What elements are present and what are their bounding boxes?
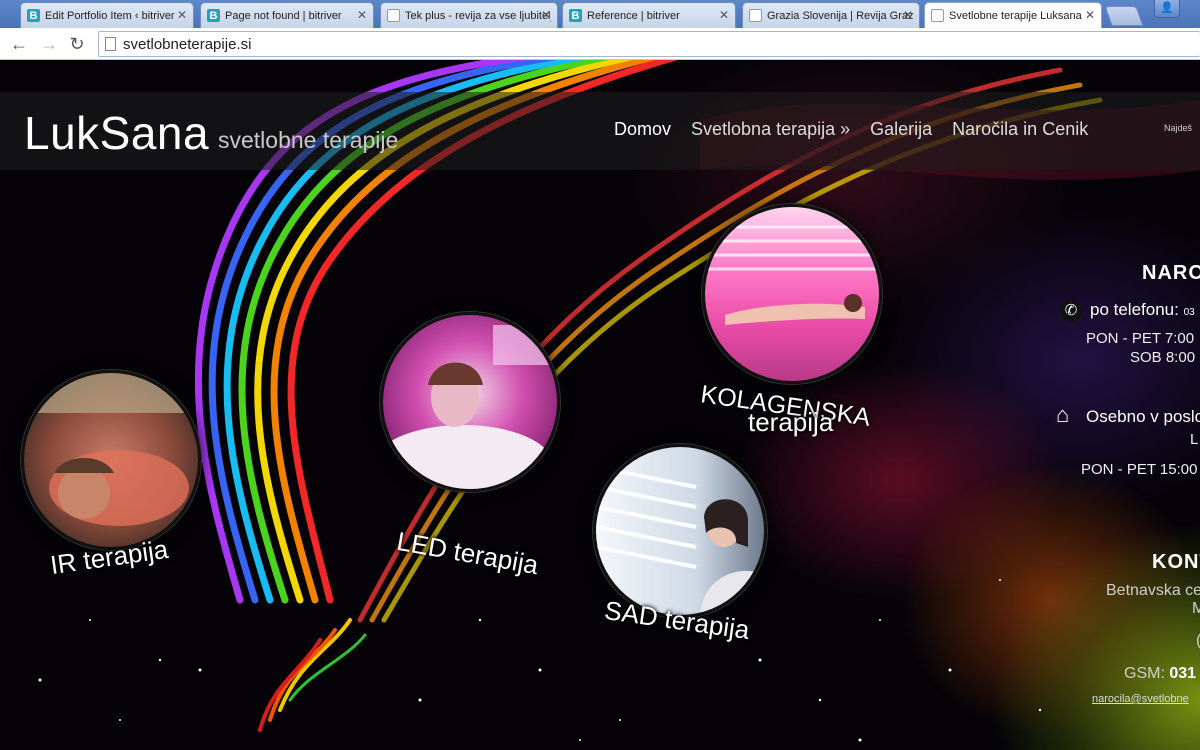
narocila-heading: NARO (1142, 262, 1200, 284)
tab-label: Edit Portfolio Item ‹ bitriver (45, 9, 175, 22)
page-content: LukSana svetlobne terapije Domov Svetlob… (0, 60, 1200, 750)
close-icon[interactable]: ✕ (357, 8, 367, 22)
home-icon: ⌂ (1056, 402, 1070, 427)
bitriver-b-icon: B (569, 9, 582, 22)
ir-therapy-image[interactable] (21, 370, 201, 550)
nav-item-galerija[interactable]: Galerija (870, 119, 932, 140)
url-input[interactable]: svetlobneterapije.si (98, 31, 1200, 57)
phone-label: po telefonu: (1090, 300, 1179, 319)
back-arrow-icon[interactable]: ← (8, 33, 30, 55)
bitriver-b-icon: B (207, 9, 220, 22)
address-line-1: Betnavska ce (1106, 582, 1200, 599)
search-hint: Najdeš (1164, 123, 1193, 133)
new-tab-button[interactable] (1104, 6, 1144, 26)
close-icon[interactable]: ✕ (903, 8, 913, 22)
gsm-number[interactable]: 031 2 (1169, 665, 1200, 682)
tab-label: Svetlobne terapije Luksana (949, 10, 1082, 22)
tab-label: Page not found | bitriver (225, 9, 342, 22)
reload-icon[interactable]: ↻ (66, 33, 88, 55)
tab-label: Tek plus - revija za vse ljubitelje (405, 9, 551, 22)
close-icon[interactable]: ✕ (541, 8, 551, 22)
forward-arrow-icon[interactable]: → (38, 33, 60, 55)
tab-label: Reference | bitriver (587, 9, 680, 22)
bitriver-b-icon: B (27, 9, 40, 22)
tab-grazia[interactable]: Grazia Slovenija | Revija Grazia ✕ (742, 2, 920, 28)
kontakt-heading: KONT (1152, 551, 1200, 573)
hours-osebno: PON - PET 15:00 (1081, 461, 1198, 478)
hours-weekdays: PON - PET 7:00 (1086, 330, 1195, 347)
tab-tek-plus[interactable]: Tek plus - revija za vse ljubitelje ✕ (380, 2, 558, 28)
nav-item-domov[interactable]: Domov (614, 119, 671, 140)
address-line-2: M (1192, 600, 1200, 617)
tab-label: Grazia Slovenija | Revija Grazia (767, 9, 913, 22)
gsm-label: GSM: (1124, 665, 1165, 682)
address-toolbar: ← → ↻ svetlobneterapije.si (0, 28, 1200, 60)
site-tagline: svetlobne terapije (218, 127, 399, 153)
page-icon (931, 9, 944, 22)
osebno-location: L (1190, 431, 1199, 448)
page-icon (387, 9, 400, 22)
hours-saturday: SOB 8:00 (1130, 349, 1196, 366)
close-icon[interactable]: ✕ (719, 8, 729, 22)
user-profile-icon[interactable]: 👤 (1154, 0, 1180, 18)
main-nav: Domov Svetlobna terapija » Galerija Naro… (614, 119, 1108, 140)
address-line-3: ( (1196, 632, 1200, 650)
close-icon[interactable]: ✕ (1085, 8, 1095, 22)
tab-page-not-found[interactable]: B Page not found | bitriver ✕ (200, 2, 374, 28)
gsm-line: GSM: 031 2 (1124, 665, 1200, 683)
site-logo[interactable]: LukSana (24, 106, 209, 160)
led-therapy-image[interactable] (380, 312, 560, 492)
page-icon (105, 37, 116, 51)
tab-luksana[interactable]: Svetlobne terapije Luksana ✕ (924, 2, 1102, 29)
tab-edit-portfolio[interactable]: B Edit Portfolio Item ‹ bitriver ✕ (20, 2, 194, 28)
nav-item-narocila-cenik[interactable]: Naročila in Cenik (952, 119, 1088, 140)
nav-item-svetlobna-terapija[interactable]: Svetlobna terapija » (691, 119, 850, 140)
osebno-text: Osebno v poslo (1086, 407, 1200, 426)
kolagenska-therapy-label-2[interactable]: terapija (748, 407, 833, 438)
phone-line: po telefonu: 03 (1090, 300, 1195, 320)
browser-tab-strip: B Edit Portfolio Item ‹ bitriver ✕ B Pag… (0, 0, 1200, 29)
page-icon (749, 9, 762, 22)
email-link[interactable]: narocila@svetlobne (1092, 693, 1189, 705)
phone-icon: ✆ (1060, 300, 1082, 322)
url-text: svetlobneterapije.si (123, 35, 252, 53)
tab-reference[interactable]: B Reference | bitriver ✕ (562, 2, 736, 28)
close-icon[interactable]: ✕ (177, 8, 187, 22)
kolagenska-therapy-image[interactable] (702, 204, 882, 384)
phone-number[interactable]: 03 (1184, 307, 1195, 318)
sad-therapy-image[interactable] (593, 444, 767, 618)
